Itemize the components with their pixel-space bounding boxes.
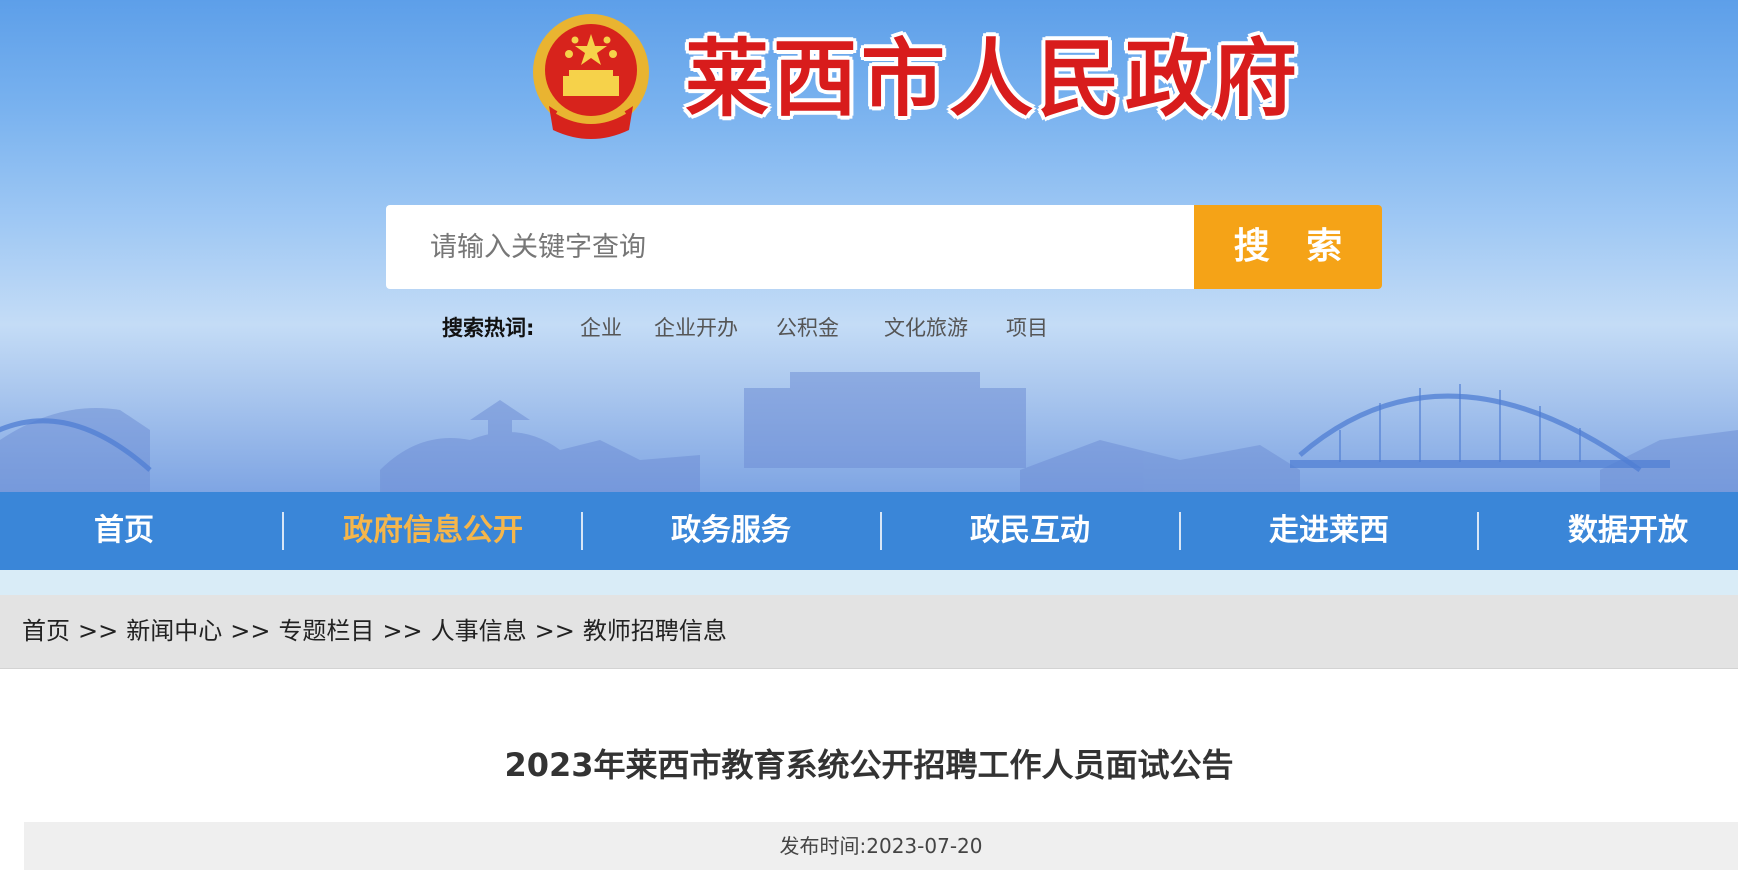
publish-date-bar: 发布时间:2023-07-20	[24, 822, 1738, 870]
search-button[interactable]: 搜 索	[1194, 205, 1382, 289]
header-banner: 莱西市人民政府 搜 索 搜索热词: 企业 企业开办 公积金 文化旅游 项目	[0, 0, 1738, 492]
publish-date-label: 发布时间:	[779, 834, 867, 858]
national-emblem-icon	[533, 14, 649, 139]
nav-item-gov-services[interactable]: 政务服务	[591, 492, 871, 570]
nav-divider	[880, 512, 882, 550]
nav-item-gov-info[interactable]: 政府信息公开	[293, 492, 573, 570]
nav-item-open-data[interactable]: 数据开放	[1488, 492, 1738, 570]
site-title: 莱西市人民政府	[685, 29, 1302, 128]
publish-date: 2023-07-20	[866, 834, 983, 858]
hot-search-label: 搜索热词:	[442, 316, 535, 340]
nav-divider	[282, 512, 284, 550]
nav-item-interaction[interactable]: 政民互动	[890, 492, 1170, 570]
hot-word-link[interactable]: 项目	[1006, 312, 1048, 344]
breadcrumb-special-topics[interactable]: 专题栏目	[278, 617, 374, 645]
breadcrumb-home[interactable]: 首页	[22, 617, 70, 645]
search-box	[386, 205, 1194, 289]
main-nav: 首页 政府信息公开 政务服务 政民互动 走进莱西 数据开放	[0, 492, 1738, 570]
nav-item-home[interactable]: 首页	[0, 492, 264, 570]
breadcrumb-separator: >>	[534, 617, 575, 645]
breadcrumb-teacher-recruitment[interactable]: 教师招聘信息	[583, 617, 727, 645]
breadcrumb-bar: 首页 >> 新闻中心 >> 专题栏目 >> 人事信息 >> 教师招聘信息	[0, 595, 1738, 669]
nav-divider	[1179, 512, 1181, 550]
nav-divider	[581, 512, 583, 550]
breadcrumb-news-center[interactable]: 新闻中心	[126, 617, 222, 645]
hot-word-link[interactable]: 文化旅游	[884, 312, 968, 344]
breadcrumb-separator: >>	[382, 617, 423, 645]
breadcrumb: 首页 >> 新闻中心 >> 专题栏目 >> 人事信息 >> 教师招聘信息	[22, 595, 727, 668]
hot-word-link[interactable]: 企业	[580, 312, 622, 344]
breadcrumb-separator: >>	[78, 617, 119, 645]
nav-divider	[1477, 512, 1479, 550]
hot-word-link[interactable]: 公积金	[776, 312, 839, 344]
nav-subbar	[0, 570, 1738, 595]
search-input[interactable]	[430, 205, 1170, 289]
breadcrumb-separator: >>	[230, 617, 271, 645]
breadcrumb-personnel-info[interactable]: 人事信息	[431, 617, 527, 645]
article-title: 2023年莱西市教育系统公开招聘工作人员面试公告	[504, 746, 1234, 784]
nav-item-about-laixi[interactable]: 走进莱西	[1189, 492, 1469, 570]
hot-word-link[interactable]: 企业开办	[654, 312, 738, 344]
